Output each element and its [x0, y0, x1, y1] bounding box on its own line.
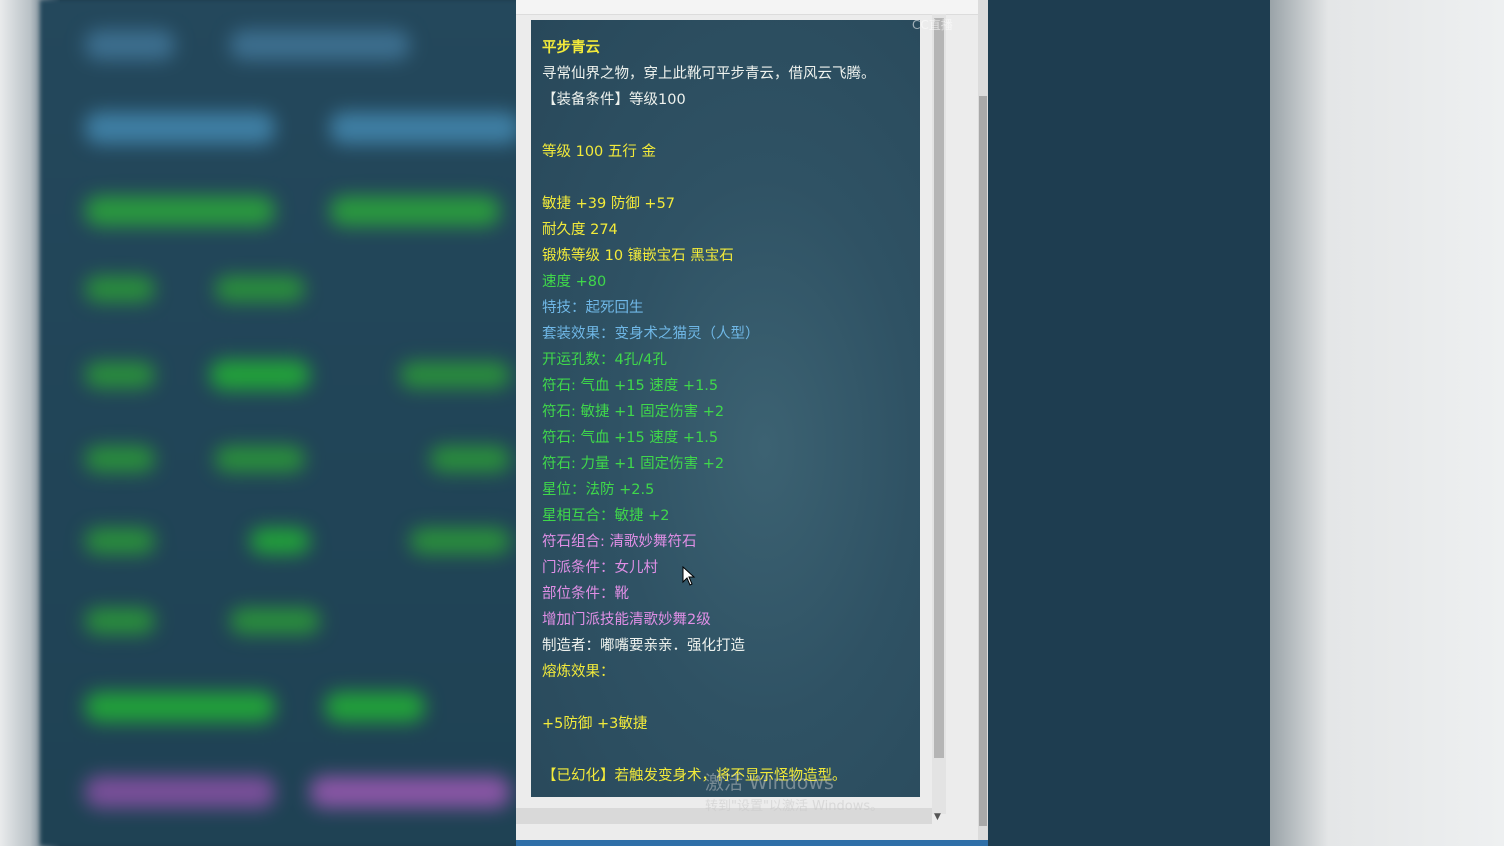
school-skill-bonus: 增加门派技能清歌妙舞2级 — [542, 612, 711, 628]
special-skill: 特技：起死回生 — [542, 300, 644, 316]
rune-line: 符石: 气血 +15 速度 +1.5 — [542, 430, 719, 446]
level-element: 等级 100 五行 金 — [542, 144, 657, 160]
scroll-down-arrow-icon[interactable]: ▼ — [934, 812, 941, 822]
equip-requirement: 【装备条件】等级100 — [542, 92, 686, 108]
mouse-cursor-icon — [682, 566, 696, 586]
forge-level: 锻炼等级 10 镶嵌宝石 黑宝石 — [542, 248, 734, 264]
base-stats: 敏捷 +39 防御 +57 — [542, 196, 676, 212]
tooltip-scrollbar[interactable]: ▼ — [932, 14, 946, 822]
right-edge-fade — [1270, 0, 1504, 846]
smelting-label: 熔炼效果： — [542, 664, 615, 680]
page-scrollbar[interactable] — [978, 0, 988, 846]
maker: 制造者：嘟嘴要亲亲．强化打造 — [542, 638, 745, 654]
speed-bonus: 速度 +80 — [542, 274, 607, 290]
slot-condition: 部位条件：靴 — [542, 586, 629, 602]
windows-activation-title: 激活 Windows — [705, 772, 834, 794]
item-description: 寻常仙界之物，穿上此靴可平步青云，借风云飞腾。 — [542, 66, 876, 82]
taskbar-edge — [516, 840, 988, 846]
stream-logo-watermark: CC直播 — [912, 18, 953, 32]
item-tooltip: 平步青云 寻常仙界之物，穿上此靴可平步青云，借风云飞腾。 【装备条件】等级100… — [531, 20, 920, 797]
rune-combo: 符石组合: 清歌妙舞符石 — [542, 534, 697, 550]
page-scrollbar-thumb[interactable] — [979, 96, 987, 826]
durability: 耐久度 274 — [542, 222, 618, 238]
rune-line: 符石: 敏捷 +1 固定伤害 +2 — [542, 404, 725, 420]
right-background-panel — [988, 0, 1288, 846]
fortune-slots: 开运孔数：4孔/4孔 — [542, 352, 667, 368]
windows-activation-hint: 转到"设置"以激活 Windows。 — [705, 799, 884, 814]
blurred-background-app — [40, 0, 520, 846]
tooltip-scrollbar-thumb[interactable] — [934, 18, 944, 758]
item-name: 平步青云 — [542, 40, 600, 56]
school-condition: 门派条件：女儿村 — [542, 560, 658, 576]
frame-top-bar — [516, 0, 988, 15]
rune-line: 符石: 力量 +1 固定伤害 +2 — [542, 456, 725, 472]
set-effect: 套装效果：变身术之猫灵（人型） — [542, 326, 760, 342]
star-harmony: 星相互合：敏捷 +2 — [542, 508, 670, 524]
star-position: 星位：法防 +2.5 — [542, 482, 655, 498]
rune-line: 符石: 气血 +15 速度 +1.5 — [542, 378, 719, 394]
smelting-value: +5防御 +3敏捷 — [542, 716, 648, 732]
